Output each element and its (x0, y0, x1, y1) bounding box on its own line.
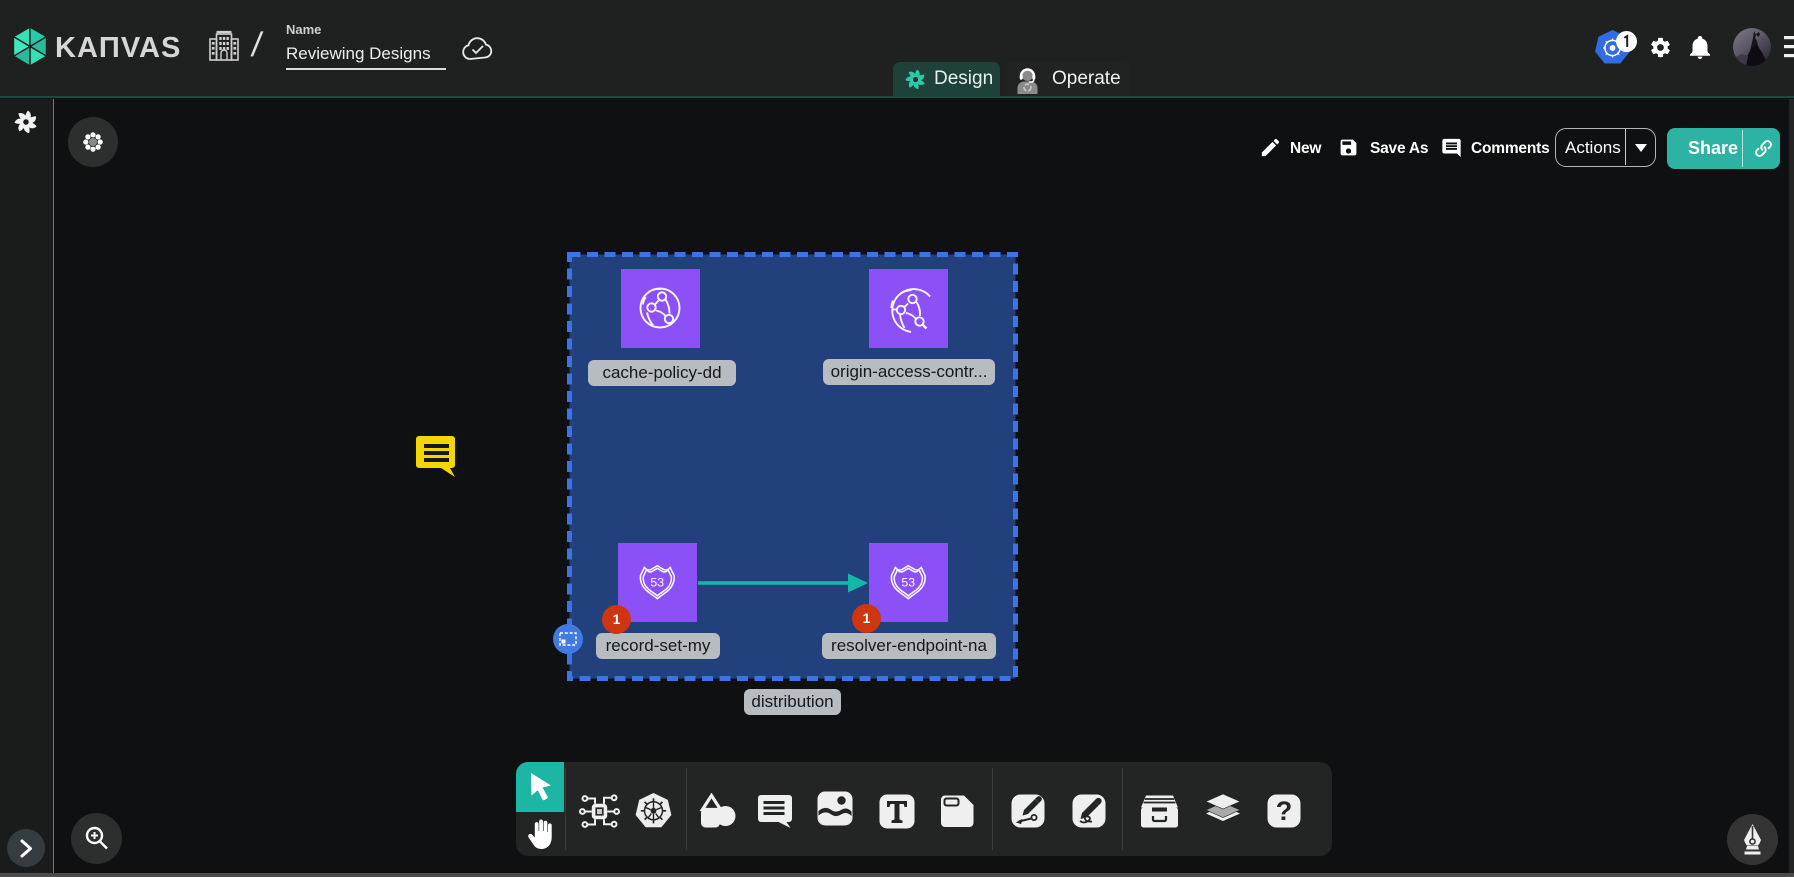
svg-text:?: ? (1276, 796, 1293, 826)
svg-text:53: 53 (901, 575, 915, 589)
svg-text:53: 53 (650, 575, 664, 589)
